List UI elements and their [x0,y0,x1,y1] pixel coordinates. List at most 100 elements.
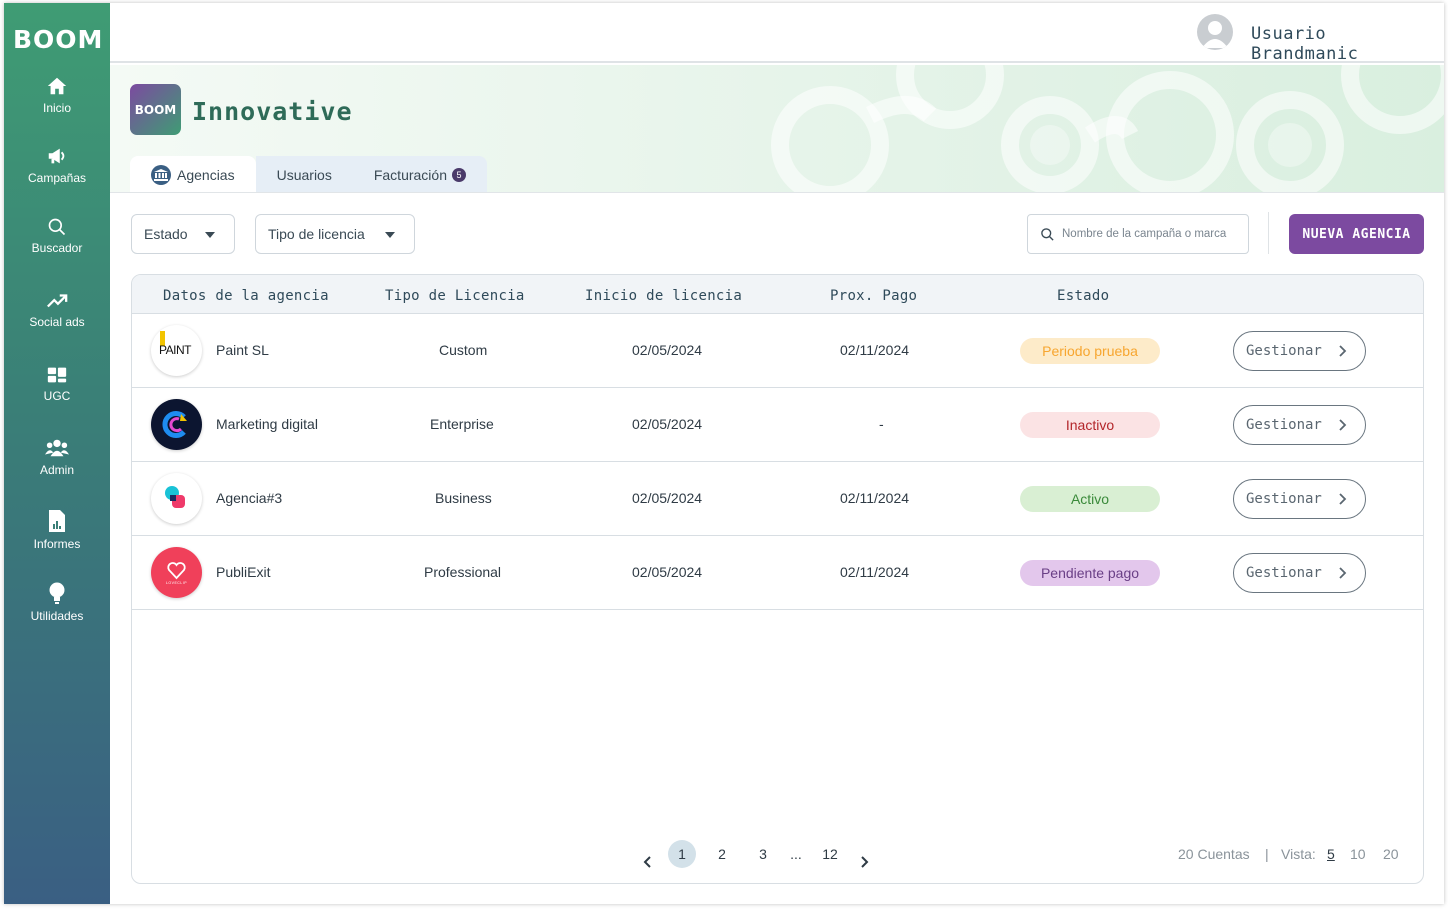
company-logo: BOOM [130,84,181,135]
table-row[interactable]: Marketing digital Enterprise 02/05/2024 … [132,388,1423,462]
license-start: 02/05/2024 [632,490,703,506]
logo-text: PAINT [159,343,191,357]
chevron-right-icon [1339,493,1347,505]
total-accounts: 20 Cuentas [1178,846,1250,862]
caret-down-icon [205,232,215,238]
search-input[interactable] [1062,215,1242,253]
view-option[interactable]: 10 [1350,846,1366,862]
chevron-left-icon[interactable] [643,848,651,876]
lightbulb-icon [49,582,65,604]
column-header: Inicio de licencia [585,288,743,304]
tab-label: Agencias [177,167,235,183]
chevron-right-icon [1339,419,1347,431]
sidebar-item-inicio[interactable]: Inicio [4,75,110,115]
next-payment: 02/11/2024 [840,490,910,506]
app-window: BOOM Inicio Campañas Buscador Social ads… [4,3,1444,904]
manage-button[interactable]: Gestionar [1233,479,1366,519]
tab-label: Usuarios [276,167,332,183]
sidebar-item-label: Buscador [31,241,83,255]
user-name[interactable]: Usuario Brandmanic [1251,24,1444,64]
sidebar-item-ugc[interactable]: UGC [4,365,110,403]
page-button[interactable]: 12 [816,840,844,868]
user-avatar-icon[interactable] [1197,14,1233,50]
license-type: Enterprise [430,416,494,432]
page-ellipsis: ... [790,846,802,862]
license-start: 02/05/2024 [632,564,703,580]
agency-name: Marketing digital [216,416,318,432]
chevron-right-icon [1339,345,1347,357]
sidebar-item-label: UGC [43,389,71,403]
sidebar-item-label: Inicio [42,101,71,115]
notification-badge: 5 [452,168,466,182]
search-box [1027,214,1249,254]
license-start: 02/05/2024 [632,342,703,358]
bank-icon [151,165,171,185]
chevron-right-icon[interactable] [861,848,869,876]
sidebar-item-buscador[interactable]: Buscador [4,217,110,255]
manage-button[interactable]: Gestionar [1233,331,1366,371]
license-type: Business [435,490,492,506]
agency-name: Agencia#3 [216,490,283,506]
search-icon [48,218,66,236]
license-type: Professional [424,564,502,580]
sidebar: BOOM Inicio Campañas Buscador Social ads… [4,3,110,904]
topbar: Usuario Brandmanic [110,3,1444,64]
agency-logo: LOVECLIP [151,547,202,598]
logo-text: LOVECLIP [165,581,188,585]
column-header: Datos de la agencia [163,288,329,304]
estado-filter[interactable]: Estado [131,214,235,254]
page-button[interactable]: 2 [708,840,736,868]
search-icon [1041,228,1054,241]
sidebar-item-informes[interactable]: Informes [4,509,110,551]
page-button-current[interactable]: 1 [668,840,696,868]
manage-button[interactable]: Gestionar [1233,553,1366,593]
status-badge: Pendiente pago [1020,560,1160,586]
table-header: Datos de la agencia Tipo de Licencia Ini… [132,275,1423,314]
new-agency-button[interactable]: NUEVA AGENCIA [1289,214,1424,254]
agency-logo [151,473,202,524]
manage-button[interactable]: Gestionar [1233,405,1366,445]
caret-down-icon [385,232,395,238]
brand-logo[interactable]: BOOM [13,25,103,54]
manage-label: Gestionar [1246,343,1322,359]
sidebar-item-admin[interactable]: Admin [4,437,110,477]
view-option[interactable]: 20 [1383,846,1399,862]
chevron-right-icon [1339,567,1347,579]
view-option-selected[interactable]: 5 [1327,846,1335,862]
info-separator: | [1265,846,1269,862]
sidebar-item-campanas[interactable]: Campañas [4,145,110,185]
filter-label: Estado [144,226,188,242]
sidebar-item-utilidades[interactable]: Utilidades [4,581,110,623]
manage-label: Gestionar [1246,491,1322,507]
agency-name: PubliExit [216,564,271,580]
grid-icon [47,367,67,383]
tab-facturacion[interactable]: Facturación 5 [352,156,487,192]
tab-usuarios[interactable]: Usuarios [255,156,353,192]
report-icon [49,510,65,532]
filter-label: Tipo de licencia [268,226,365,242]
next-payment: 02/11/2024 [840,342,910,358]
view-label: Vista: [1281,846,1316,862]
table-row[interactable]: LOVECLIP PubliExit Professional 02/05/20… [132,536,1423,610]
decorative-pattern [771,65,1444,192]
manage-label: Gestionar [1246,565,1322,581]
sidebar-item-label: Informes [33,537,81,551]
page-header: BOOM Innovative Agencias Usuarios Factur… [110,65,1444,193]
tab-label: Facturación [373,167,447,183]
users-icon [45,439,69,457]
agencies-table: Datos de la agencia Tipo de Licencia Ini… [131,274,1424,884]
table-row[interactable]: PAINT Paint SL Custom 02/05/2024 02/11/2… [132,314,1423,388]
license-type-filter[interactable]: Tipo de licencia [255,214,415,254]
page-button[interactable]: 3 [749,840,777,868]
megaphone-icon [48,148,65,164]
home-icon [47,77,67,95]
trending-up-icon [47,294,68,308]
agency-logo: PAINT [151,325,202,376]
sidebar-item-social-ads[interactable]: Social ads [4,291,110,329]
sidebar-item-label: Campañas [27,171,87,185]
license-type: Custom [439,342,488,358]
tab-agencias[interactable]: Agencias [130,156,256,192]
pagination: 1 2 3 ... 12 20 Cuentas | Vista: 5 10 20 [132,840,1423,870]
tab-bar: Agencias Usuarios Facturación 5 [130,156,487,192]
table-row[interactable]: Agencia#3 Business 02/05/2024 02/11/2024… [132,462,1423,536]
